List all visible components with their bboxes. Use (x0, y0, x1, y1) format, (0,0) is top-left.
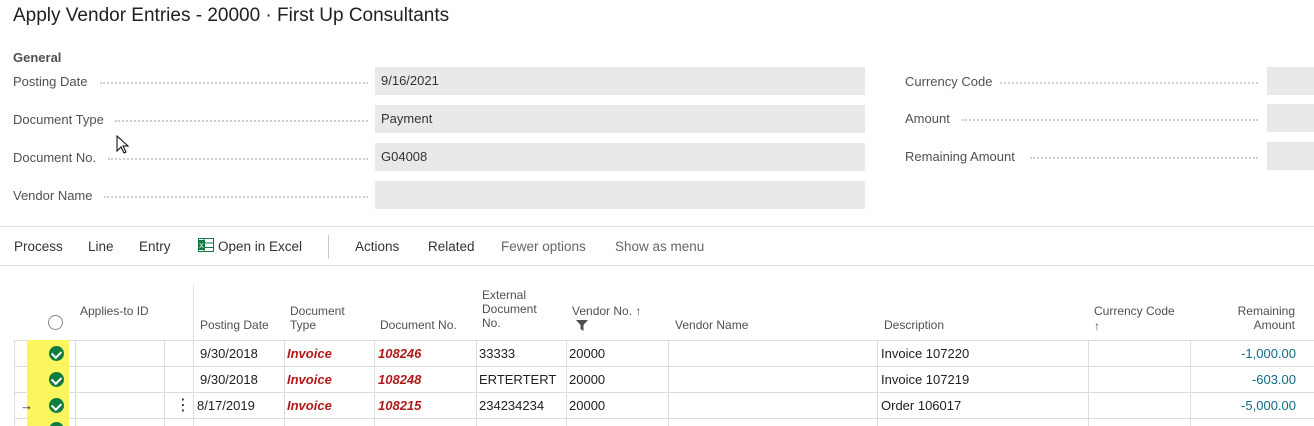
row3-vendor-no: 20000 (569, 398, 606, 413)
col-divider (164, 340, 165, 426)
document-no-label: Document No. (13, 150, 97, 165)
page-title: Apply Vendor Entries - 20000 · First Up … (13, 5, 450, 26)
row-selected-check-icon[interactable] (49, 398, 64, 413)
vendor-name-field[interactable] (375, 181, 865, 209)
col-divider (374, 340, 375, 426)
header-vendor-no[interactable]: Vendor No. ↑ (572, 304, 641, 318)
header-currency-code[interactable]: Currency Code (1094, 304, 1175, 318)
row1-external-document-no: 33333 (479, 346, 516, 361)
header-external-document-no[interactable]: External Document No. (482, 288, 554, 330)
amount-dots (962, 119, 1258, 121)
row1-posting-date: 9/30/2018 (200, 346, 258, 361)
currency-code-label: Currency Code (905, 74, 993, 89)
row2-document-no[interactable]: 108248 (378, 367, 421, 393)
sort-up-icon: ↑ (635, 304, 642, 318)
posting-date-label: Posting Date (13, 74, 88, 89)
col-divider (1190, 340, 1191, 426)
show-as-menu-button[interactable]: Show as menu (615, 239, 704, 254)
col-divider (668, 340, 669, 426)
row1-description: Invoice 107220 (881, 346, 970, 361)
action-separator (328, 235, 329, 259)
filter-icon[interactable] (576, 320, 588, 331)
row1-document-type: Invoice (287, 346, 332, 361)
document-no-dots (108, 158, 368, 160)
actions-menu[interactable]: Actions (355, 239, 399, 254)
col-divider (284, 340, 285, 426)
row1-vendor-no: 20000 (569, 346, 606, 361)
remaining-amount-dots (1030, 157, 1258, 159)
row3-description: Order 106017 (881, 398, 962, 413)
currency-code-field[interactable] (1267, 67, 1314, 95)
row-selected-check-icon[interactable] (49, 372, 64, 387)
col-divider (14, 340, 15, 426)
header-remaining-amount[interactable]: Remaining Amount (1200, 304, 1295, 332)
row3-document-no[interactable]: 108215 (378, 393, 421, 419)
header-posting-date[interactable]: Posting Date (200, 318, 269, 332)
document-type-field[interactable]: Payment (375, 105, 865, 133)
row3-remaining-amount[interactable]: -5,000.00 (1194, 393, 1296, 419)
row2-remaining-amount[interactable]: -603.00 (1194, 367, 1296, 393)
related-menu[interactable]: Related (428, 239, 475, 254)
document-type-dots (115, 120, 368, 122)
open-in-excel-button[interactable]: Open in Excel (218, 239, 302, 254)
entry-menu[interactable]: Entry (139, 239, 171, 254)
row-actions-menu-icon[interactable]: ⋮ (175, 393, 191, 419)
fewer-options-button[interactable]: Fewer options (501, 239, 586, 254)
remaining-amount-field[interactable] (1267, 142, 1314, 170)
currency-code-dots (1000, 82, 1258, 84)
general-section-title[interactable]: General (13, 50, 61, 65)
svg-text:X: X (199, 243, 204, 250)
row2-document-type: Invoice (287, 372, 332, 387)
header-applies-to-id[interactable]: Applies-to ID (80, 304, 160, 318)
vendor-name-dots (104, 196, 368, 198)
amount-label: Amount (905, 111, 950, 126)
select-all-radio[interactable] (48, 315, 63, 330)
row1-remaining-amount[interactable]: -1,000.00 (1194, 341, 1296, 367)
document-type-label: Document Type (13, 112, 104, 127)
row3-document-type: Invoice (287, 398, 332, 413)
amount-field[interactable] (1267, 104, 1314, 132)
col-divider (877, 340, 878, 426)
line-menu[interactable]: Line (88, 239, 114, 254)
row2-external-document-no: ERTERTERT (479, 372, 557, 387)
col-divider (75, 340, 76, 426)
header-document-no[interactable]: Document No. (380, 318, 457, 332)
header-vendor-name[interactable]: Vendor Name (675, 318, 748, 332)
current-row-arrow-icon: → (20, 398, 33, 413)
header-description[interactable]: Description (884, 318, 944, 332)
header-document-type[interactable]: Document Type (290, 304, 360, 332)
excel-icon: X (198, 238, 214, 252)
row2-vendor-no: 20000 (569, 372, 606, 387)
row2-description: Invoice 107219 (881, 372, 970, 387)
vendor-name-label: Vendor Name (13, 188, 93, 203)
row2-posting-date: 9/30/2018 (200, 372, 258, 387)
document-no-field[interactable]: G04008 (375, 143, 865, 171)
row-selected-check-icon[interactable] (49, 346, 64, 361)
posting-date-dots (100, 82, 368, 84)
row3-posting-date: 8/17/2019 (197, 398, 255, 413)
grid-divider (193, 285, 194, 426)
row1-document-no[interactable]: 108246 (378, 341, 421, 367)
header-currency-code-sort-icon: ↑ (1094, 319, 1100, 333)
header-vendor-no-label: Vendor No. (572, 304, 633, 318)
col-divider (1088, 340, 1089, 426)
row3-external-document-no: 234234234 (479, 398, 545, 413)
posting-date-field[interactable]: 9/16/2021 (375, 67, 865, 95)
process-menu[interactable]: Process (14, 239, 63, 254)
col-divider (566, 340, 567, 426)
mouse-cursor-icon (116, 135, 130, 154)
col-divider (476, 340, 477, 426)
remaining-amount-label: Remaining Amount (905, 149, 1015, 164)
